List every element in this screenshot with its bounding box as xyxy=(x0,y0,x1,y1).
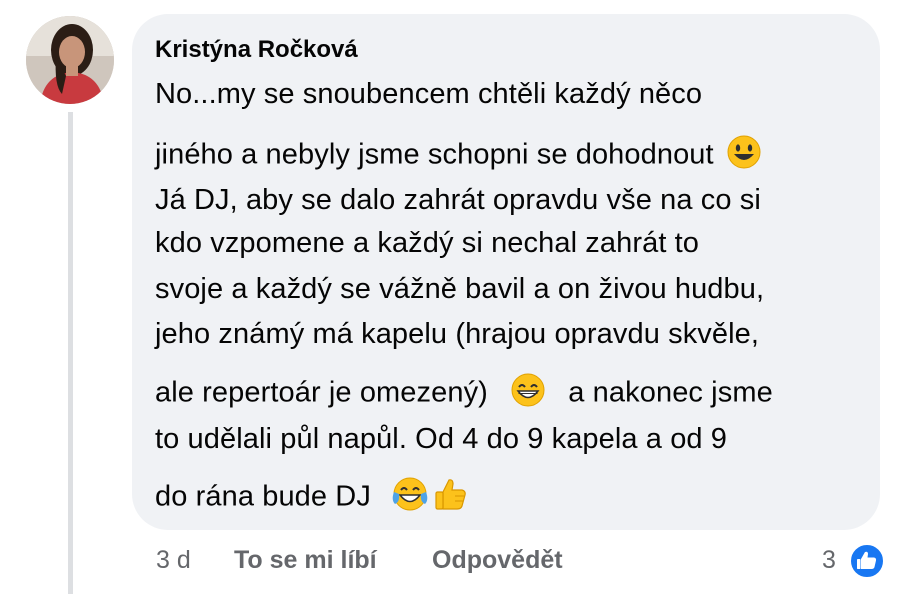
like-reaction-icon[interactable] xyxy=(848,542,886,580)
comment-line-1: No...my se snoubencem chtěli každý něco xyxy=(155,78,703,110)
comment-line-9-wrap: do rána bude DJ xyxy=(155,475,469,521)
comment-line-5: svoje a každý se vážně bavil a on živou … xyxy=(155,273,765,305)
avatar[interactable] xyxy=(26,16,114,104)
comment-age[interactable]: 3 d xyxy=(156,546,191,575)
thumbs-up-icon xyxy=(431,475,469,521)
comment-line-7b: a nakonec jsme xyxy=(568,376,773,409)
comment-line-4: kdo vzpomene a každý si nechal zahrát to xyxy=(155,227,700,259)
comment-container: Kristýna Ročková No...my se snoubencem c… xyxy=(0,0,912,594)
comment-author[interactable]: Kristýna Ročková xyxy=(155,36,358,64)
comment-line-3: Já DJ, aby se dalo zahrát opravdu vše na… xyxy=(155,184,761,216)
comment-line-9: do rána bude DJ xyxy=(155,480,371,513)
comment-line-7-wrap: ale repertoár je omezený) a nakonec jsme xyxy=(155,372,773,416)
comment-line-8: to udělali půl napůl. Od 4 do 9 kapela a… xyxy=(155,423,728,455)
thread-line xyxy=(68,112,73,594)
comment-line-2-wrap: jiného a nebyly jsme schopni se dohodnou… xyxy=(155,134,762,178)
reaction-count[interactable]: 3 xyxy=(822,546,836,575)
tears-of-joy-face-icon xyxy=(391,475,429,521)
comment-line-7: ale repertoár je omezený) xyxy=(155,376,488,409)
profile-photo xyxy=(26,16,114,104)
reply-button[interactable]: Odpovědět xyxy=(432,546,563,575)
comment-line-2: jiného a nebyly jsme schopni se dohodnou… xyxy=(155,138,714,171)
like-button[interactable]: To se mi líbí xyxy=(234,546,377,575)
smiley-face-icon xyxy=(726,134,762,178)
comment-line-6: jeho známý má kapelu (hrajou opravdu skv… xyxy=(155,318,760,350)
grinning-face-icon xyxy=(510,372,546,416)
